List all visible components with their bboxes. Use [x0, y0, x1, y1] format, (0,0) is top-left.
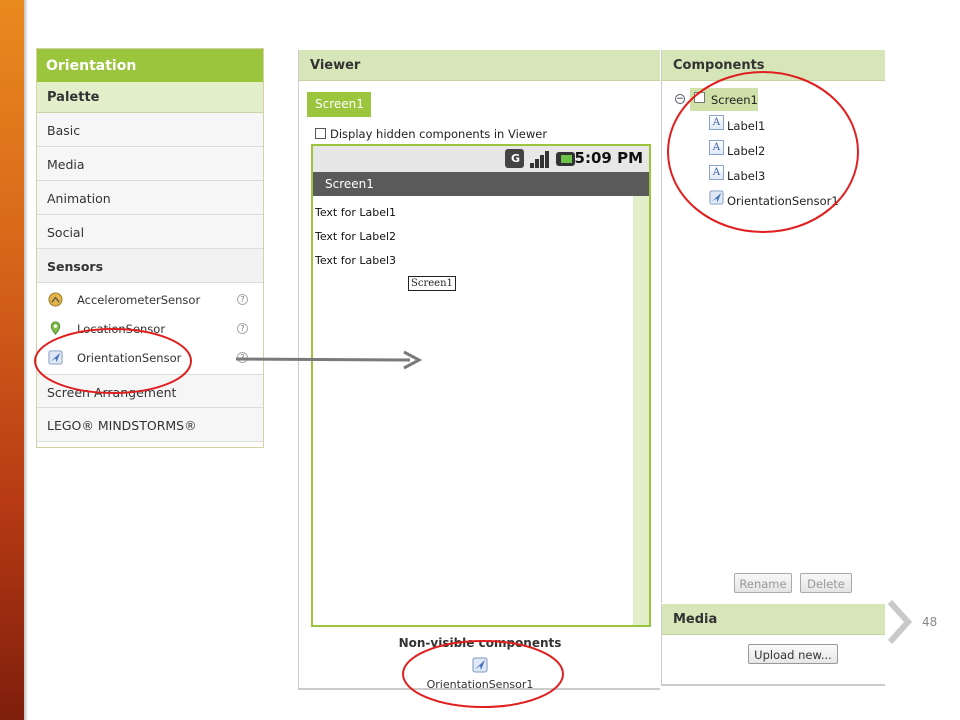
delete-button[interactable]: Delete	[800, 573, 852, 593]
components-panel: Components − Screen1 A Label1 A Label2 A…	[661, 50, 885, 603]
hidden-components-toggle[interactable]: Display hidden components in Viewer	[315, 127, 547, 141]
palette-item-location[interactable]: LocationSensor ?	[37, 314, 263, 343]
upload-new-button[interactable]: Upload new...	[748, 644, 838, 664]
tree-node-orientationsensor1[interactable]: OrientationSensor1	[727, 194, 839, 208]
tree-node-label3[interactable]: Label3	[727, 169, 765, 183]
orientation-icon	[709, 190, 724, 205]
label3-preview[interactable]: Text for Label3	[315, 254, 396, 267]
palette-header: Palette	[37, 82, 263, 113]
checkbox-icon	[694, 92, 705, 103]
slide-side-bar	[0, 0, 28, 720]
hidden-components-label: Display hidden components in Viewer	[330, 127, 548, 141]
palette-panel: Orientation Palette Basic Media Animatio…	[36, 48, 264, 448]
tree-node-label: Screen1	[711, 93, 758, 107]
phone-status-bar: G 5:09 PM	[313, 146, 649, 172]
palette-category-social[interactable]: Social	[37, 215, 263, 249]
palette-item-accelerometer[interactable]: AccelerometerSensor ?	[37, 285, 263, 314]
signal-strength-icon	[529, 149, 551, 173]
phone-scrollbar[interactable]	[633, 196, 649, 625]
slide-page-number: 48	[922, 615, 938, 629]
phone-title-bar: Screen1	[313, 172, 649, 196]
rename-button[interactable]: Rename	[734, 573, 792, 593]
nonvisible-components-title: Non-visible components	[398, 636, 562, 650]
phone-preview[interactable]: G 5:09 PM Screen1 Text for Label1 Text f…	[311, 144, 651, 627]
accelerometer-icon	[48, 292, 63, 307]
sensor-label: LocationSensor	[77, 322, 166, 336]
label2-preview[interactable]: Text for Label2	[315, 230, 396, 243]
location-pin-icon	[50, 321, 61, 335]
collapse-icon[interactable]: −	[675, 94, 685, 104]
help-icon[interactable]: ?	[237, 294, 248, 305]
sensor-label: AccelerometerSensor	[77, 293, 201, 307]
palette-item-orientation[interactable]: OrientationSensor ?	[37, 343, 263, 372]
label-component-icon: A	[709, 115, 724, 130]
orientation-icon[interactable]	[472, 657, 488, 673]
media-header: Media	[662, 604, 885, 635]
sensor-label: OrientationSensor	[77, 351, 182, 365]
palette-category-basic[interactable]: Basic	[37, 113, 263, 147]
help-icon[interactable]: ?	[237, 352, 248, 363]
orientation-icon	[48, 350, 63, 365]
screen-select-button[interactable]: Screen1	[307, 92, 371, 117]
chevron-right-icon	[887, 600, 913, 644]
help-icon[interactable]: ?	[237, 323, 248, 334]
palette-category-media[interactable]: Media	[37, 147, 263, 181]
tree-node-label2[interactable]: Label2	[727, 144, 765, 158]
project-title: Orientation	[37, 49, 263, 82]
viewer-header: Viewer	[299, 50, 660, 81]
hidden-components-checkbox[interactable]	[315, 128, 326, 139]
tree-node-screen1[interactable]: Screen1	[690, 88, 758, 111]
drag-drop-tag: Screen1	[408, 276, 456, 291]
tree-node-label1[interactable]: Label1	[727, 119, 765, 133]
palette-category-animation[interactable]: Animation	[37, 181, 263, 215]
status-time: 5:09 PM	[574, 149, 643, 167]
data-network-icon: G	[505, 149, 524, 168]
palette-category-lego[interactable]: LEGO® MINDSTORMS®	[37, 408, 263, 442]
palette-category-sensors[interactable]: Sensors	[37, 249, 263, 283]
nonvisible-component-label: OrientationSensor1	[426, 678, 534, 691]
label-component-icon: A	[709, 140, 724, 155]
label1-preview[interactable]: Text for Label1	[315, 206, 396, 219]
svg-text:G: G	[511, 152, 520, 165]
media-panel: Media Upload new...	[661, 604, 885, 686]
label-component-icon: A	[709, 165, 724, 180]
viewer-panel: Viewer Screen1 Display hidden components…	[298, 50, 660, 691]
palette-category-screen-arrangement[interactable]: Screen Arrangement	[37, 374, 263, 408]
components-header: Components	[662, 50, 885, 81]
